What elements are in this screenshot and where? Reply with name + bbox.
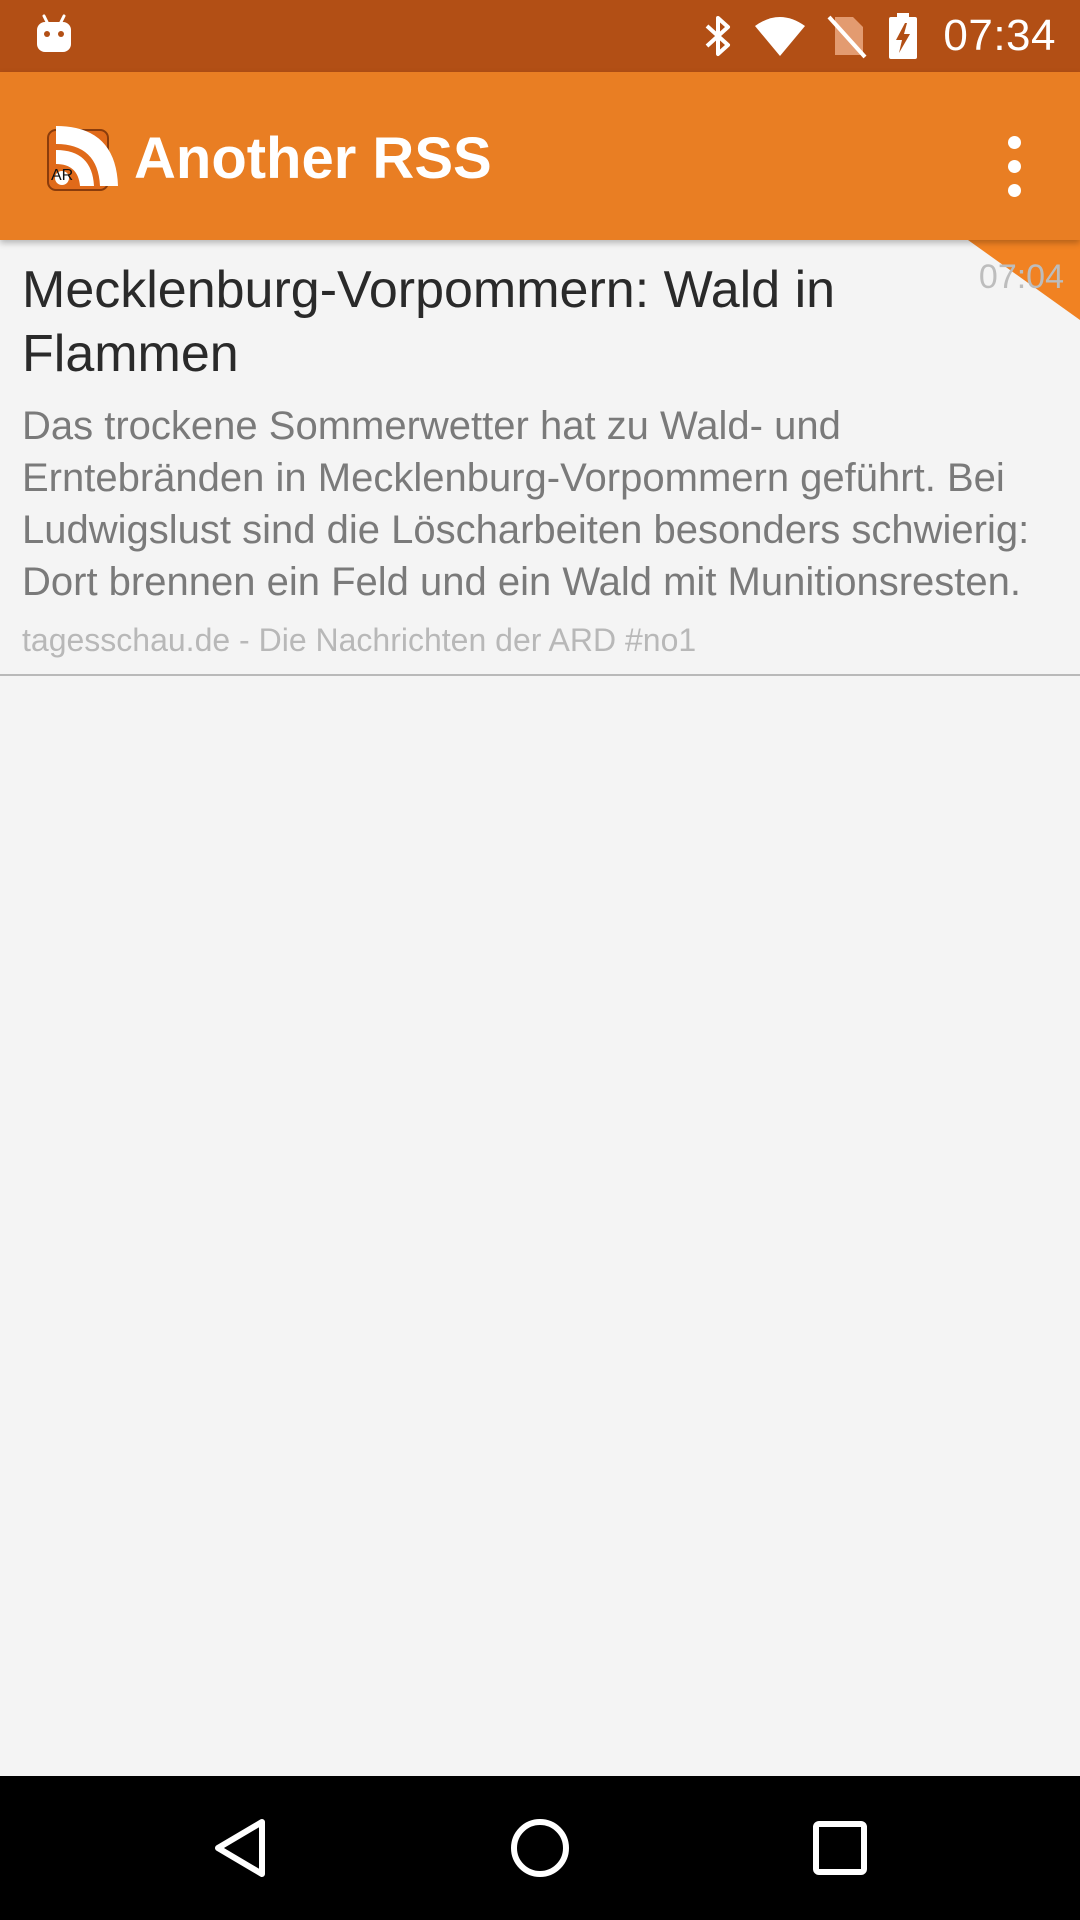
overflow-menu-icon[interactable] bbox=[974, 126, 1054, 206]
navigation-bar bbox=[0, 1776, 1080, 1920]
item-description: Das trockene Sommerwetter hat zu Wald- u… bbox=[22, 404, 1030, 604]
wifi-icon bbox=[755, 17, 806, 56]
android-icon bbox=[37, 14, 71, 52]
no-sim-icon bbox=[827, 15, 867, 59]
status-bar: 07:34 bbox=[0, 0, 1080, 72]
item-title: Mecklenburg-Vorpommern: Wald in Flammen bbox=[22, 261, 836, 383]
status-time: 07:34 bbox=[943, 11, 1056, 60]
app-logo-text: AR bbox=[51, 167, 73, 184]
item-time: 07:04 bbox=[978, 258, 1064, 296]
feed-list: 07:04 Mecklenburg-Vorpommern: Wald in Fl… bbox=[0, 240, 1080, 676]
recents-icon[interactable] bbox=[804, 1812, 876, 1884]
battery-charging-icon bbox=[889, 13, 918, 59]
app-bar: AR Another RSS bbox=[0, 72, 1080, 240]
app-logo: AR bbox=[47, 126, 118, 191]
home-icon[interactable] bbox=[504, 1812, 576, 1884]
item-source: tagesschau.de - Die Nachrichten der ARD … bbox=[22, 622, 697, 658]
feed-item[interactable]: 07:04 Mecklenburg-Vorpommern: Wald in Fl… bbox=[0, 240, 1080, 676]
bluetooth-icon bbox=[706, 16, 731, 56]
back-icon[interactable] bbox=[204, 1812, 276, 1884]
app-title: Another RSS bbox=[134, 126, 492, 191]
